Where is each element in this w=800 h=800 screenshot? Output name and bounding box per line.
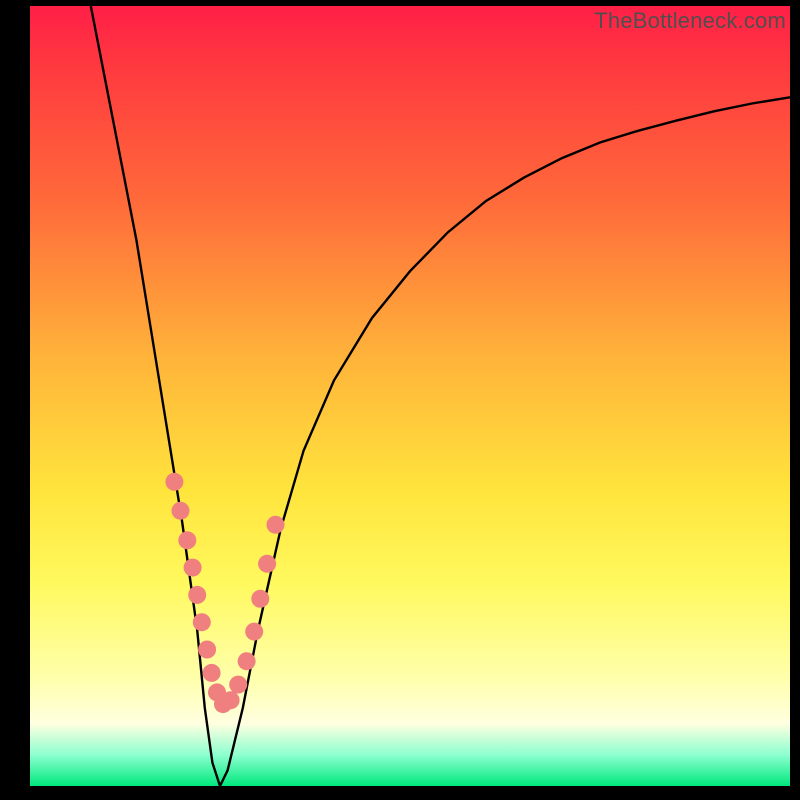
highlight-dots-group bbox=[165, 473, 284, 713]
highlight-dot bbox=[193, 613, 211, 631]
highlight-dot bbox=[245, 623, 263, 641]
highlight-dot bbox=[229, 676, 247, 694]
highlight-dot bbox=[203, 664, 221, 682]
highlight-dot bbox=[222, 691, 240, 709]
highlight-dot bbox=[198, 641, 216, 659]
highlight-dot bbox=[165, 473, 183, 491]
highlight-dot bbox=[172, 502, 190, 520]
curve-overlay bbox=[30, 6, 790, 786]
highlight-dot bbox=[238, 652, 256, 670]
highlight-dot bbox=[251, 590, 269, 608]
highlight-dot bbox=[188, 586, 206, 604]
highlight-dot bbox=[258, 555, 276, 573]
bottleneck-curve bbox=[91, 6, 790, 786]
highlight-dot bbox=[184, 559, 202, 577]
highlight-dot bbox=[178, 531, 196, 549]
highlight-dot bbox=[267, 516, 285, 534]
